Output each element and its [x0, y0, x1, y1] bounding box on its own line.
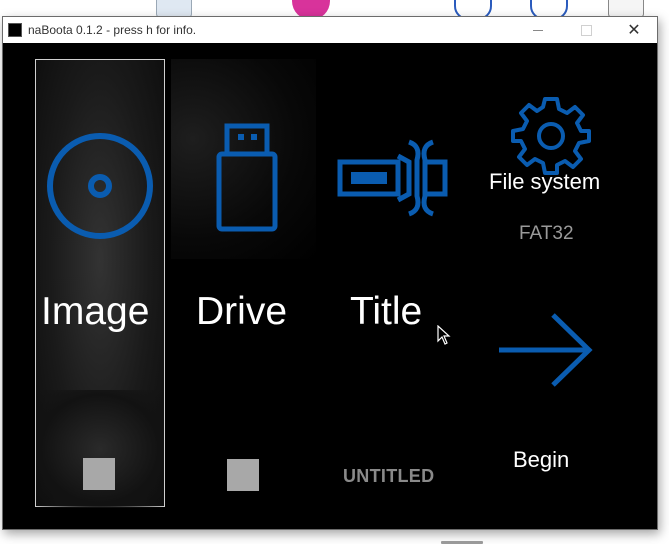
filesystem-label[interactable]: File system	[489, 169, 600, 195]
title-value: UNTITLED	[343, 466, 435, 486]
begin-button[interactable]: Begin	[513, 447, 569, 473]
close-button[interactable]: ✕	[611, 17, 657, 43]
drive-status-indicator	[227, 459, 259, 491]
window-title: naBoota 0.1.2 - press h for info.	[28, 23, 197, 37]
image-status-indicator	[83, 458, 115, 490]
title-label[interactable]: Title	[350, 290, 422, 334]
app-client-area: Image Drive Title UNTITLED File system F…	[3, 43, 657, 544]
maximize-icon	[580, 24, 592, 36]
image-label[interactable]: Image	[41, 290, 149, 334]
minimize-icon	[533, 29, 543, 31]
maximize-button[interactable]	[563, 17, 609, 43]
drive-label[interactable]: Drive	[196, 290, 287, 334]
usb-drive-icon[interactable]	[213, 123, 283, 233]
disc-icon	[45, 131, 155, 241]
window-titlebar[interactable]: naBoota 0.1.2 - press h for info. ✕	[3, 17, 657, 43]
filesystem-value: FAT32	[519, 223, 574, 244]
minimize-button[interactable]	[515, 17, 561, 43]
app-icon	[8, 23, 22, 37]
app-window: naBoota 0.1.2 - press h for info. ✕ Imag…	[2, 16, 658, 544]
gear-icon[interactable]	[511, 95, 591, 175]
tile-glow	[36, 390, 164, 508]
label-clamp-icon[interactable]	[337, 136, 449, 220]
mouse-cursor-icon	[437, 324, 451, 345]
arrow-right-icon[interactable]	[497, 309, 595, 391]
image-tile[interactable]	[35, 59, 165, 508]
